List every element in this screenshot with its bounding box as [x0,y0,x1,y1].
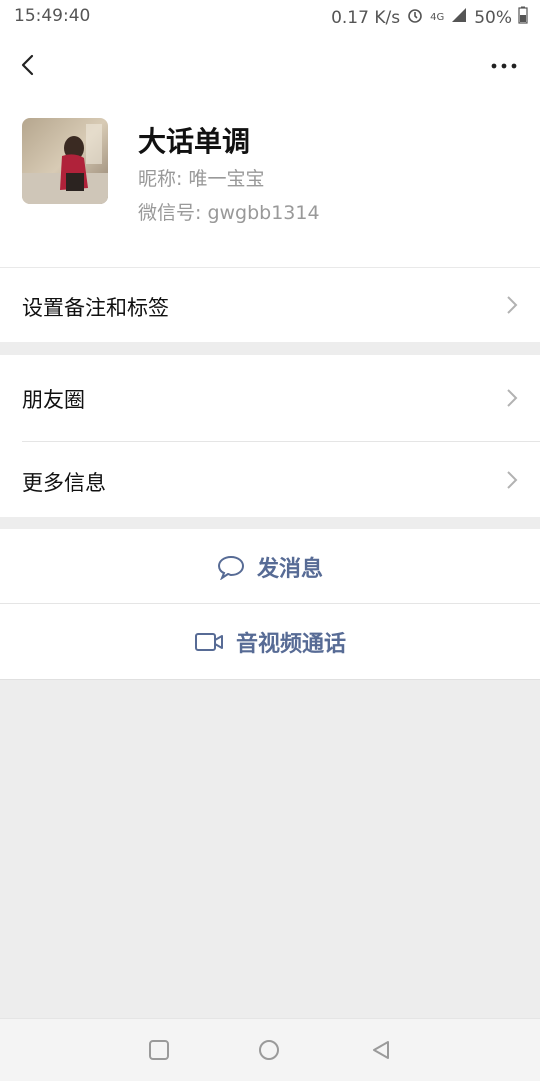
alarm-icon [406,6,424,29]
profile-wechat-id: 微信号: gwgbb1314 [138,202,320,224]
info-group: 朋友圈 更多信息 [0,355,540,517]
chat-bubble-icon [217,555,244,580]
video-camera-icon [194,632,223,651]
chevron-right-icon [507,471,518,489]
moments-label: 朋友圈 [22,388,85,412]
battery-icon [518,6,528,29]
back-button[interactable] [12,48,46,82]
net-speed: 0.17 K/s [331,7,401,28]
divider [0,679,540,680]
nav-bar [0,34,540,98]
avatar[interactable] [22,118,108,204]
profile-header: 大话单调 昵称: 唯一宝宝 微信号: gwgbb1314 [0,98,540,267]
more-info-cell[interactable]: 更多信息 [0,442,540,517]
remark-label: 设置备注和标签 [22,296,169,320]
more-icon [491,63,517,69]
network-label: 4G [430,12,445,23]
recent-apps-icon[interactable] [148,1039,170,1061]
remark-cell[interactable]: 设置备注和标签 [0,268,540,342]
status-right: 0.17 K/s 4G 50% [331,6,528,29]
chevron-right-icon [507,389,518,407]
more-info-label: 更多信息 [22,471,106,495]
status-time: 15:49:40 [14,6,91,26]
chevron-right-icon [507,296,518,314]
status-bar: 15:49:40 0.17 K/s 4G 50% [0,0,540,34]
send-message-button[interactable]: 发消息 [0,529,540,604]
moments-cell[interactable]: 朋友圈 [0,355,540,441]
system-nav-bar [0,1018,540,1081]
chevron-left-icon [21,54,34,76]
battery-percent: 50% [474,7,512,28]
video-call-label: 音视频通话 [235,631,346,657]
profile-name: 大话单调 [138,125,251,158]
home-icon[interactable] [258,1039,280,1061]
back-triangle-icon[interactable] [370,1039,392,1061]
signal-icon [450,6,468,29]
more-button[interactable] [488,54,520,78]
profile-nickname: 昵称: 唯一宝宝 [138,168,265,190]
send-message-label: 发消息 [256,556,323,582]
video-call-button[interactable]: 音视频通话 [0,604,540,679]
